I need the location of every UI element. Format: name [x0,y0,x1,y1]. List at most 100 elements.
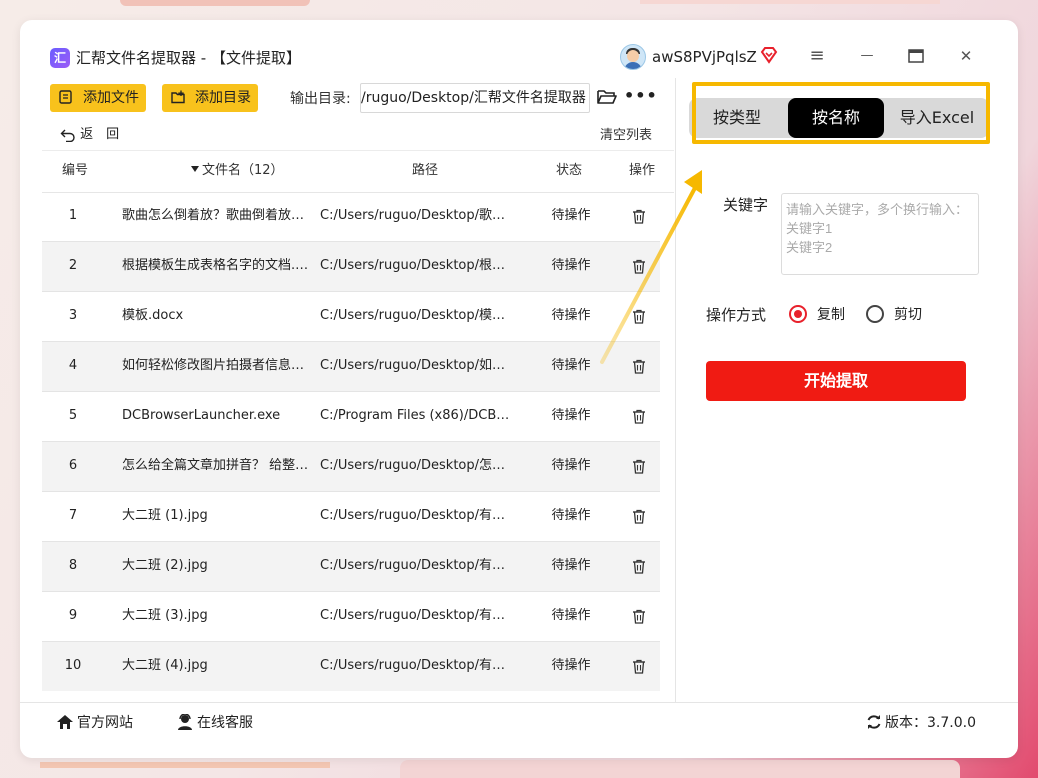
cell-status: 待操作 [551,458,591,473]
cell-status: 待操作 [551,608,591,623]
username[interactable]: awS8PVjPqlsZ [652,47,757,67]
table-row[interactable]: 8 大二班 (2).jpg C:/Users/ruguo/Desktop/有用...… [42,542,660,592]
cell-path: C:/Users/ruguo/Desktop/怎么... [320,458,510,473]
header-path: 路径 [412,163,439,178]
home-icon [57,715,73,729]
sort-down-icon [191,166,199,172]
official-website-link[interactable]: 官方网站 [56,713,133,733]
add-file-button[interactable]: 添加文件 [50,84,146,112]
trash-icon[interactable] [632,459,646,474]
cell-no: 2 [68,258,78,273]
cell-path: C:/Users/ruguo/Desktop/有用... [320,508,510,523]
table-header: 编号 文件名（12） 路径 状态 操作 [42,151,674,193]
cell-filename: DCBrowserLauncher.exe [122,408,281,423]
app-title: 汇帮文件名提取器 - 【文件提取】 [76,49,301,67]
app-window: 汇 汇帮文件名提取器 - 【文件提取】 awS8PVjPqlsZ ≡ — ✕ 添… [20,20,1018,758]
avatar[interactable] [620,44,646,70]
table-row[interactable]: 9 大二班 (3).jpg C:/Users/ruguo/Desktop/有用...… [42,592,660,642]
header-status: 状态 [556,163,583,178]
trash-icon[interactable] [632,409,646,424]
table-row[interactable]: 2 根据模板生成表格名字的文档.xlsx C:/Users/ruguo/Deskto… [42,242,660,292]
table-row[interactable]: 5 DCBrowserLauncher.exe C:/Program Files (… [42,392,660,442]
right-panel: 按类型 按名称 导入Excel 关键字 请输入关键字，多个换行输入： 关键字1 … [675,78,996,702]
cell-filename: 如何轻松修改图片拍摄者信息？3... [122,358,310,373]
table-row[interactable]: 4 如何轻松修改图片拍摄者信息？3... C:/Users/ruguo/Deskto… [42,342,660,392]
trash-icon[interactable] [632,559,646,574]
cell-status: 待操作 [551,258,591,273]
background-decoration [120,0,310,6]
start-extract-button[interactable]: 开始提取 [706,361,966,401]
add-folder-button[interactable]: 添加目录 [162,84,258,112]
cell-path: C:/Users/ruguo/Desktop/有用... [320,558,510,573]
cell-no: 6 [68,458,78,473]
support-agent-icon [178,713,192,730]
add-file-label: 添加文件 [83,90,139,106]
cell-filename: 怎么给全篇文章加拼音？ 给整篇... [122,458,310,473]
refresh-icon [867,715,881,729]
table-row[interactable]: 3 模板.docx C:/Users/ruguo/Desktop/模板.... 待操作 [42,292,660,342]
cell-no: 4 [68,358,78,373]
output-dir-input[interactable]: /ruguo/Desktop/汇帮文件名提取器 [360,83,590,113]
tabs-highlight-box [692,82,990,144]
table-row[interactable]: 1 歌曲怎么倒着放？歌曲倒着放超... C:/Users/ruguo/Desktop… [42,192,660,242]
trash-icon[interactable] [632,309,646,324]
cell-status: 待操作 [551,558,591,573]
header-name[interactable]: 文件名（12） [190,163,284,179]
cell-filename: 大二班 (1).jpg [122,508,208,523]
back-arrow-icon [60,129,75,142]
version-info[interactable]: 版本：3.7.0.0 [866,713,976,733]
close-button[interactable]: ✕ [956,46,976,66]
radio-copy-label: 复制 [817,307,845,323]
cell-status: 待操作 [551,508,591,523]
vip-diamond-icon[interactable] [760,46,778,64]
cell-no: 3 [68,308,78,323]
more-options-icon[interactable]: ••• [624,87,658,105]
minimize-button[interactable]: — [857,46,877,66]
keyword-textarea[interactable]: 请输入关键字，多个换行输入： 关键字1 关键字2 [781,193,979,275]
add-folder-label: 添加目录 [195,90,251,106]
table-row[interactable]: 10 大二班 (4).jpg C:/Users/ruguo/Desktop/有用..… [42,642,660,691]
cell-path: C:/Users/ruguo/Desktop/歌曲... [320,208,510,223]
cell-no: 7 [68,508,78,523]
maximize-icon [908,49,924,63]
operation-label: 操作方式 [706,306,767,324]
cell-path: C:/Users/ruguo/Desktop/如何... [320,358,510,373]
version-label: 版本：3.7.0.0 [885,715,976,731]
cell-no: 10 [64,658,82,673]
radio-cut-dot [866,305,884,323]
radio-copy-dot [789,305,807,323]
trash-icon[interactable] [632,509,646,524]
back-button[interactable]: 返 回 [60,126,119,144]
trash-icon[interactable] [632,659,646,674]
online-support-link[interactable]: 在线客服 [176,713,253,733]
trash-icon[interactable] [632,259,646,274]
add-file-icon [59,90,72,104]
keyword-label: 关键字 [723,196,769,214]
cell-filename: 根据模板生成表格名字的文档.xlsx [122,258,310,273]
menu-button[interactable]: ≡ [807,46,827,66]
cell-path: C:/Program Files (x86)/DCBro... [320,408,510,423]
app-logo-icon: 汇 [50,48,70,68]
table-row[interactable]: 7 大二班 (1).jpg C:/Users/ruguo/Desktop/有用...… [42,492,660,542]
folder-open-icon[interactable] [597,88,617,106]
cell-filename: 模板.docx [122,308,184,323]
cell-filename: 大二班 (4).jpg [122,658,208,673]
footer: 官方网站 在线客服 版本：3.7.0.0 [20,702,1018,758]
header-no: 编号 [62,163,89,178]
trash-icon[interactable] [632,209,646,224]
cell-status: 待操作 [551,658,591,673]
clear-list-button[interactable]: 清空列表 [600,127,652,145]
trash-icon[interactable] [632,609,646,624]
title-bar: 汇 汇帮文件名提取器 - 【文件提取】 awS8PVjPqlsZ ≡ — ✕ [20,20,1018,80]
cell-status: 待操作 [551,208,591,223]
cell-no: 5 [68,408,78,423]
cell-path: C:/Users/ruguo/Desktop/根据... [320,258,510,273]
cell-status: 待操作 [551,408,591,423]
official-website-label: 官方网站 [77,715,133,731]
trash-icon[interactable] [632,359,646,374]
maximize-button[interactable] [906,46,926,66]
cell-path: C:/Users/ruguo/Desktop/有用... [320,608,510,623]
table-row[interactable]: 6 怎么给全篇文章加拼音？ 给整篇... C:/Users/ruguo/Deskto… [42,442,660,492]
back-label: 返 回 [80,127,120,142]
cell-status: 待操作 [551,358,591,373]
